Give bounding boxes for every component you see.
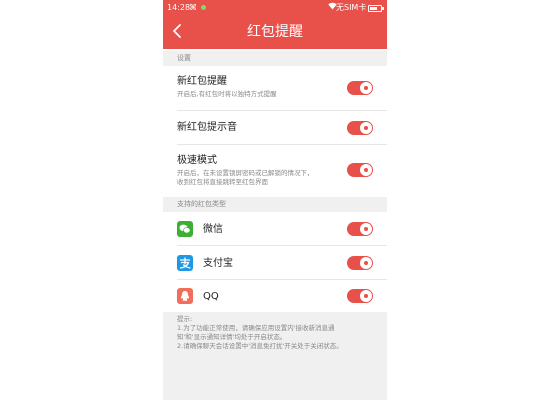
- app-row-qq: QQ: [163, 280, 387, 312]
- phone-screen: 14:28 ⌘ 无SIM卡 红包提醒 设置 新红包提醒 开启后,有红包时将以独特…: [163, 0, 387, 400]
- toggle-knob: [360, 122, 372, 134]
- tips-line-2: 知'和'显示通知详情'均处于开启状态。: [177, 333, 287, 341]
- setting-title: 新红包提醒: [177, 76, 227, 87]
- status-time: 14:28: [167, 3, 191, 12]
- setting-row-fast-mode: 极速模式 开启后，在未设置锁屏密码或已解锁的情况下， 收到红包将直接跳转至红包界…: [163, 145, 387, 197]
- toggle-knob: [360, 223, 372, 235]
- wechat-toggle[interactable]: [347, 222, 373, 236]
- wechat-icon: [177, 221, 193, 237]
- app-label: 微信: [203, 224, 223, 235]
- tips-heading: 提示:: [177, 315, 193, 323]
- setting-subtitle-line-1: 开启后，在未设置锁屏密码或已解锁的情况下，: [177, 169, 314, 177]
- page-title: 红包提醒: [247, 24, 303, 40]
- setting-row-redpacket-sound: 新红包提示音: [163, 111, 387, 145]
- alipay-toggle[interactable]: [347, 256, 373, 270]
- qq-icon: [177, 288, 193, 304]
- alipay-icon: [177, 255, 193, 271]
- setting-title: 极速模式: [177, 155, 217, 166]
- redpacket-sound-toggle[interactable]: [347, 121, 373, 135]
- toggle-knob: [360, 82, 372, 94]
- setting-title: 新红包提示音: [177, 122, 237, 133]
- toggle-knob: [360, 257, 372, 269]
- tips-line-3: 2.请确保聊天会话设置中'消息免打扰'开关处于关闭状态。: [177, 342, 343, 350]
- section-header-supported-types: 支持的红包类型: [163, 197, 387, 212]
- battery-icon: [368, 5, 384, 12]
- qq-toggle[interactable]: [347, 289, 373, 303]
- setting-subtitle: 开启后,有红包时将以独特方式提醒: [177, 90, 277, 98]
- app-label: 支付宝: [203, 258, 233, 269]
- toggle-knob: [360, 290, 372, 302]
- app-row-wechat: 微信: [163, 212, 387, 246]
- app-label: QQ: [203, 291, 219, 302]
- carrier-label: 无SIM卡: [336, 3, 367, 12]
- usb-icon: ⌘: [189, 3, 197, 12]
- fast-mode-toggle[interactable]: [347, 163, 373, 177]
- app-header: 14:28 ⌘ 无SIM卡 红包提醒: [163, 0, 387, 49]
- setting-subtitle-line-2: 收到红包将直接跳转至红包界面: [177, 178, 268, 186]
- app-row-alipay: 支付宝: [163, 246, 387, 280]
- tips-line-1: 1.为了功能正常使用，请确保应用设置内'接收新消息通: [177, 324, 335, 332]
- new-redpacket-alert-toggle[interactable]: [347, 81, 373, 95]
- notification-dot-icon: [201, 5, 206, 10]
- section-header-settings: 设置: [163, 51, 387, 66]
- setting-row-new-redpacket-alert: 新红包提醒 开启后,有红包时将以独特方式提醒: [163, 66, 387, 111]
- status-bar: 14:28 ⌘ 无SIM卡: [163, 0, 387, 15]
- toggle-knob: [360, 164, 372, 176]
- tips-panel: 提示: 1.为了功能正常使用，请确保应用设置内'接收新消息通 知'和'显示通知详…: [163, 312, 387, 400]
